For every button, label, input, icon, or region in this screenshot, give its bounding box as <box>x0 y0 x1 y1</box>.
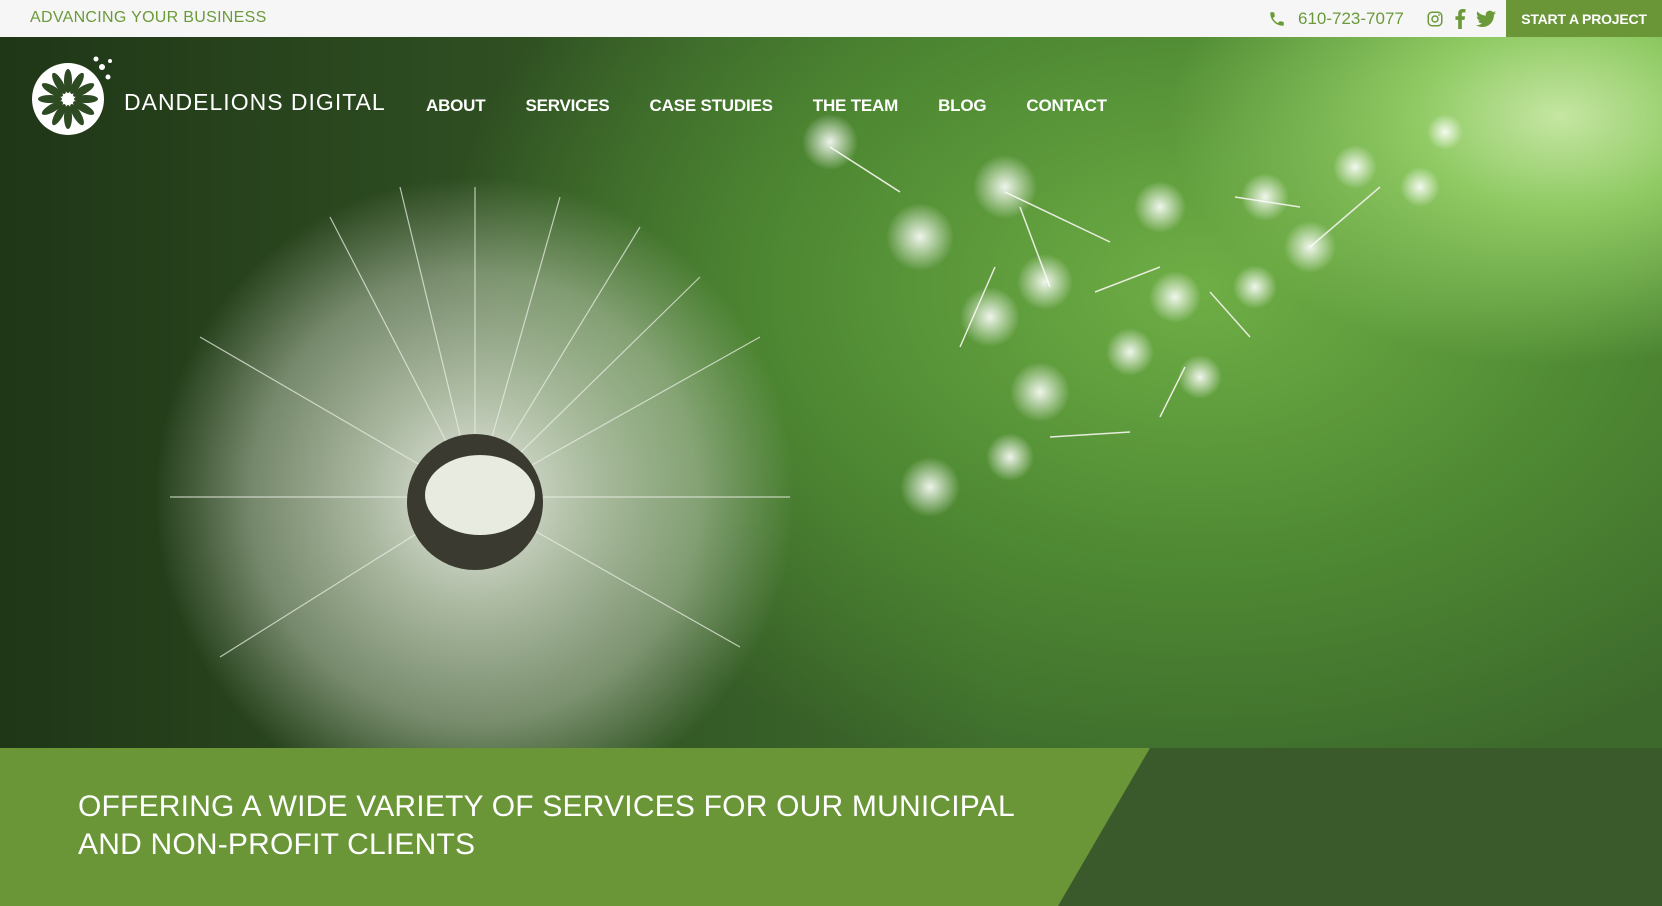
banner-headline: OFFERING A WIDE VARIETY OF SERVICES FOR … <box>78 790 1014 861</box>
nav-about[interactable]: ABOUT <box>426 96 486 116</box>
nav-services[interactable]: SERVICES <box>525 96 609 116</box>
nav-blog[interactable]: BLOG <box>938 96 987 116</box>
main-nav: ABOUT SERVICES CASE STUDIES THE TEAM BLO… <box>426 96 1147 116</box>
top-bar: ADVANCING YOUR BUSINESS 610-723-7077 STA… <box>0 0 1662 37</box>
brand-name[interactable]: DANDELIONS DIGITAL <box>124 89 386 116</box>
instagram-icon[interactable] <box>1426 10 1444 28</box>
twitter-icon[interactable] <box>1475 10 1496 28</box>
dandelion-logo-icon <box>32 56 112 135</box>
contact-area: 610-723-7077 <box>1268 0 1496 37</box>
logo[interactable] <box>30 53 114 142</box>
nav-case-studies[interactable]: CASE STUDIES <box>650 96 773 116</box>
nav-the-team[interactable]: THE TEAM <box>813 96 898 116</box>
start-project-button[interactable]: START A PROJECT <box>1506 0 1662 37</box>
tagline: ADVANCING YOUR BUSINESS <box>30 9 267 26</box>
nav-contact[interactable]: CONTACT <box>1026 96 1107 116</box>
social-links <box>1426 8 1496 29</box>
hero: DANDELIONS DIGITAL ABOUT SERVICES CASE S… <box>0 37 1662 748</box>
dandelion-image <box>155 114 1463 748</box>
facebook-icon[interactable] <box>1454 8 1466 29</box>
phone-icon <box>1268 10 1286 28</box>
phone-link[interactable]: 610-723-7077 <box>1298 9 1404 29</box>
